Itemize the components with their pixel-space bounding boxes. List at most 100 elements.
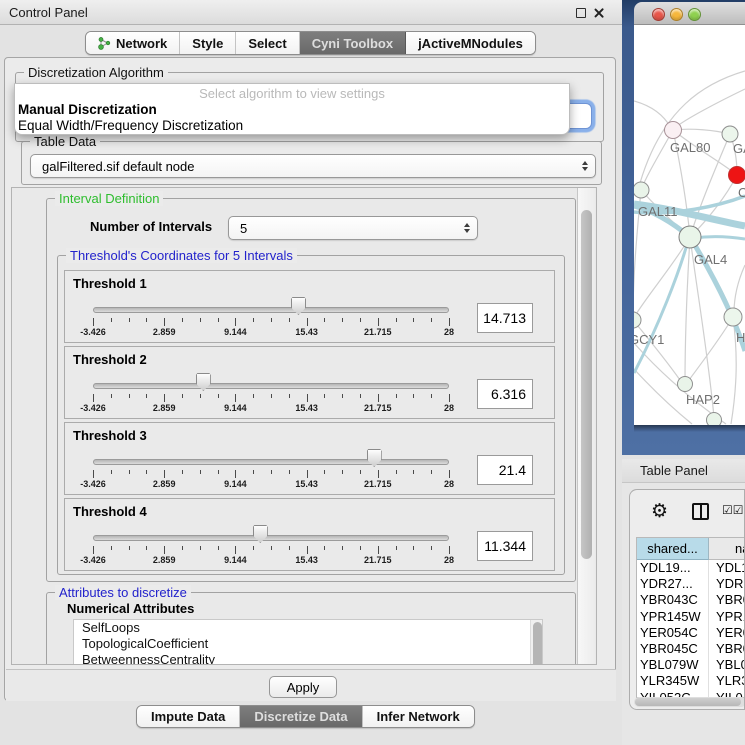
network-node[interactable] [679, 226, 701, 248]
close-traffic-light[interactable] [652, 8, 665, 21]
threshold-value-field[interactable]: 11.344 [477, 531, 533, 561]
numerical-attributes-list: SelfLoopsTopologicalCoefficientBetweenne… [73, 619, 543, 665]
close-icon[interactable] [593, 7, 605, 19]
algorithm-dropdown-popup: Select algorithm to view settings Manual… [14, 83, 570, 135]
checkbox-icons[interactable]: ☑☑ [722, 503, 744, 517]
algorithm-hint-item[interactable]: Select algorithm to view settings [15, 84, 569, 102]
network-node[interactable] [724, 308, 742, 326]
tab-impute-data[interactable]: Impute Data [137, 706, 240, 727]
tab-style[interactable]: Style [180, 32, 236, 54]
float-window-icon[interactable] [576, 8, 586, 18]
network-node[interactable] [634, 182, 649, 198]
gear-icon[interactable]: ⚙ [651, 501, 668, 521]
network-canvas[interactable]: GAL80GACGAL11GAL4GCY1HHAP2 [634, 25, 745, 425]
table-cell[interactable]: YLR345W [637, 673, 709, 689]
table-row[interactable]: YPR145WYPR1 [637, 609, 745, 625]
number-of-intervals-combo[interactable]: 5 [228, 216, 478, 240]
tab-select[interactable]: Select [236, 32, 299, 54]
table-horizontal-scrollbar[interactable] [634, 697, 745, 707]
tab-infer-network[interactable]: Infer Network [363, 706, 474, 727]
slider-track[interactable] [93, 307, 449, 313]
table-cell[interactable]: YDR2 [709, 576, 745, 592]
column-header-shared-name[interactable]: shared... [637, 538, 709, 560]
column-header-name[interactable]: na [709, 538, 745, 560]
network-edge[interactable] [689, 317, 733, 380]
network-edge[interactable] [734, 265, 745, 313]
network-node[interactable] [722, 126, 738, 142]
threshold-value-field[interactable]: 14.713 [477, 303, 533, 333]
tab-network[interactable]: Network [86, 32, 180, 54]
table-cell[interactable]: YBR045C [637, 641, 709, 657]
attributes-scrollbar[interactable] [530, 620, 542, 665]
network-edge[interactable] [634, 101, 671, 128]
table-cell[interactable]: YPR145W [637, 609, 709, 625]
network-node-label: H [736, 330, 745, 345]
threshold-label: Threshold 2 [73, 352, 147, 367]
table-data-value: galFiltered.sif default node [42, 159, 194, 174]
algorithm-item-equal-width[interactable]: Equal Width/Frequency Discretization [15, 118, 569, 134]
table-cell[interactable]: YBR0 [709, 641, 745, 657]
table-row[interactable]: YBR045CYBR0 [637, 641, 745, 657]
settings-scroll-viewport: Interval Definition Number of Intervals … [11, 187, 597, 665]
table-cell[interactable]: YDR27... [637, 576, 709, 592]
network-edge[interactable] [634, 241, 688, 373]
network-edge[interactable] [676, 89, 745, 127]
table-cell[interactable]: YBL079W [637, 657, 709, 673]
tab-network-label: Network [116, 36, 167, 51]
tab-discretize-data[interactable]: Discretize Data [240, 706, 362, 727]
table-cell[interactable]: YBL0 [709, 657, 745, 673]
network-edge[interactable] [634, 237, 690, 319]
tick-label: 9.144 [224, 555, 247, 565]
apply-button[interactable]: Apply [269, 676, 337, 698]
network-edge[interactable] [694, 237, 745, 239]
tick-label: 15.43 [295, 327, 318, 337]
threshold-label: Threshold 1 [73, 276, 147, 291]
threshold-value-field[interactable]: 6.316 [477, 379, 533, 409]
network-edge[interactable] [641, 130, 673, 190]
table-row[interactable]: YER054CYER0 [637, 625, 745, 641]
table-row[interactable]: YBL079WYBL0 [637, 657, 745, 673]
attribute-item[interactable]: BetweennessCentrality [74, 652, 542, 665]
network-node[interactable] [707, 413, 722, 426]
slider-ticks [93, 546, 449, 555]
attribute-item[interactable]: TopologicalCoefficient [74, 636, 542, 652]
slider-track[interactable] [93, 535, 449, 541]
table-cell[interactable]: YLR3 [709, 673, 745, 689]
network-edge[interactable] [685, 237, 690, 383]
tick-label: 9.144 [224, 327, 247, 337]
attributes-scrollbar-thumb[interactable] [533, 622, 542, 665]
table-cell[interactable]: YPR1 [709, 609, 745, 625]
threshold-value-field[interactable]: 21.4 [477, 455, 533, 485]
settings-scrollbar-thumb[interactable] [581, 210, 592, 559]
split-columns-icon[interactable] [692, 503, 709, 520]
table-row[interactable]: YDL19...YDL1 [637, 560, 745, 576]
table-row[interactable]: YLR345WYLR3 [637, 673, 745, 689]
table-row[interactable]: YBR043CYBR0 [637, 592, 745, 608]
table-row[interactable]: YDR27...YDR2 [637, 576, 745, 592]
network-node[interactable] [678, 377, 693, 392]
combo-spinner-icon [464, 223, 470, 233]
network-node[interactable] [634, 312, 641, 328]
tick-label: 2.859 [153, 479, 176, 489]
table-cell[interactable]: YER054C [637, 625, 709, 641]
minimize-traffic-light[interactable] [670, 8, 683, 21]
table-cell[interactable]: YDL1 [709, 560, 745, 576]
network-node[interactable] [665, 122, 682, 139]
zoom-traffic-light[interactable] [688, 8, 701, 21]
attribute-item[interactable]: SelfLoops [74, 620, 542, 636]
table-cell[interactable]: YBR043C [637, 592, 709, 608]
algorithm-item-manual[interactable]: Manual Discretization [15, 102, 569, 118]
table-cell[interactable]: YBR0 [709, 592, 745, 608]
slider-track[interactable] [93, 383, 449, 389]
network-node[interactable] [729, 167, 745, 184]
settings-scrollbar[interactable] [577, 188, 595, 664]
table-cell[interactable]: YDL19... [637, 560, 709, 576]
tab-cyni-toolbox[interactable]: Cyni Toolbox [300, 32, 406, 54]
table-data-combo[interactable]: galFiltered.sif default node [30, 154, 596, 178]
slider-track[interactable] [93, 459, 449, 465]
table-horizontal-scrollbar-thumb[interactable] [635, 698, 741, 706]
tab-jactivemnodules[interactable]: jActiveMNodules [406, 32, 535, 54]
network-window-frame: GAL80GACGAL11GAL4GCY1HHAP2 [622, 0, 745, 455]
thresholds-title: Threshold's Coordinates for 5 Intervals [66, 248, 297, 263]
table-cell[interactable]: YER0 [709, 625, 745, 641]
